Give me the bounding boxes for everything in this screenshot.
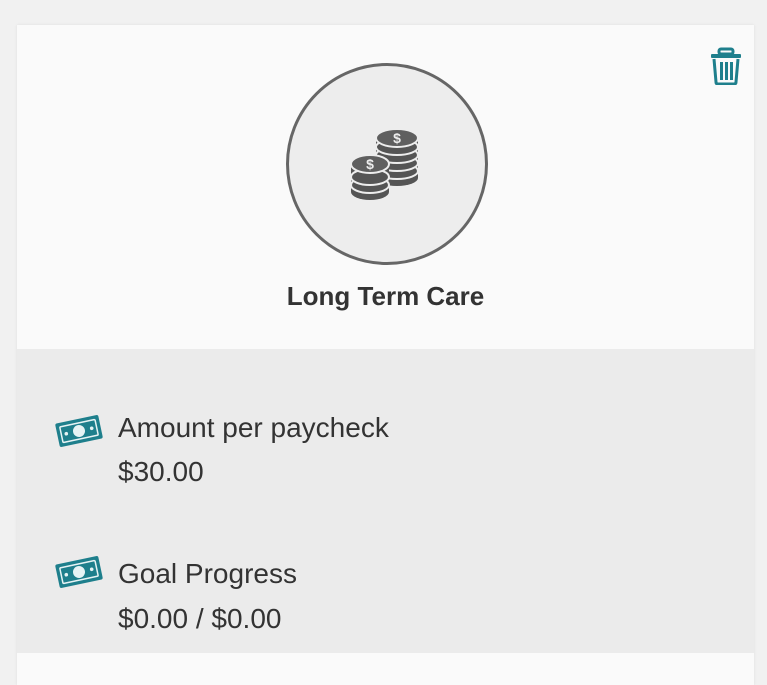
- detail-value: $30.00: [118, 456, 204, 487]
- coins-icon: $ $: [350, 121, 423, 201]
- svg-text:$: $: [366, 156, 374, 172]
- cash-icon: [54, 555, 104, 589]
- detail-label: Amount per paycheck: [118, 412, 389, 443]
- detail-value: $0.00 / $0.00: [118, 603, 282, 634]
- goal-header: $ $ Long Term Care: [17, 25, 754, 349]
- goal-title: Long Term Care: [286, 281, 485, 311]
- detail-label: Goal Progress: [118, 558, 297, 589]
- detail-goal-progress: Goal Progress $0.00 / $0.00: [17, 534, 754, 634]
- goal-details: Amount per paycheck $30.00 Goal Progress…: [17, 349, 754, 653]
- cash-icon: [54, 414, 104, 448]
- detail-amount-per-paycheck: Amount per paycheck $30.00: [17, 387, 754, 487]
- card-footer: [17, 653, 754, 685]
- svg-text:$: $: [393, 130, 401, 146]
- goal-card: $ $ Long Term Care Amount per paycheck $…: [17, 25, 754, 685]
- trash-icon[interactable]: [709, 47, 743, 86]
